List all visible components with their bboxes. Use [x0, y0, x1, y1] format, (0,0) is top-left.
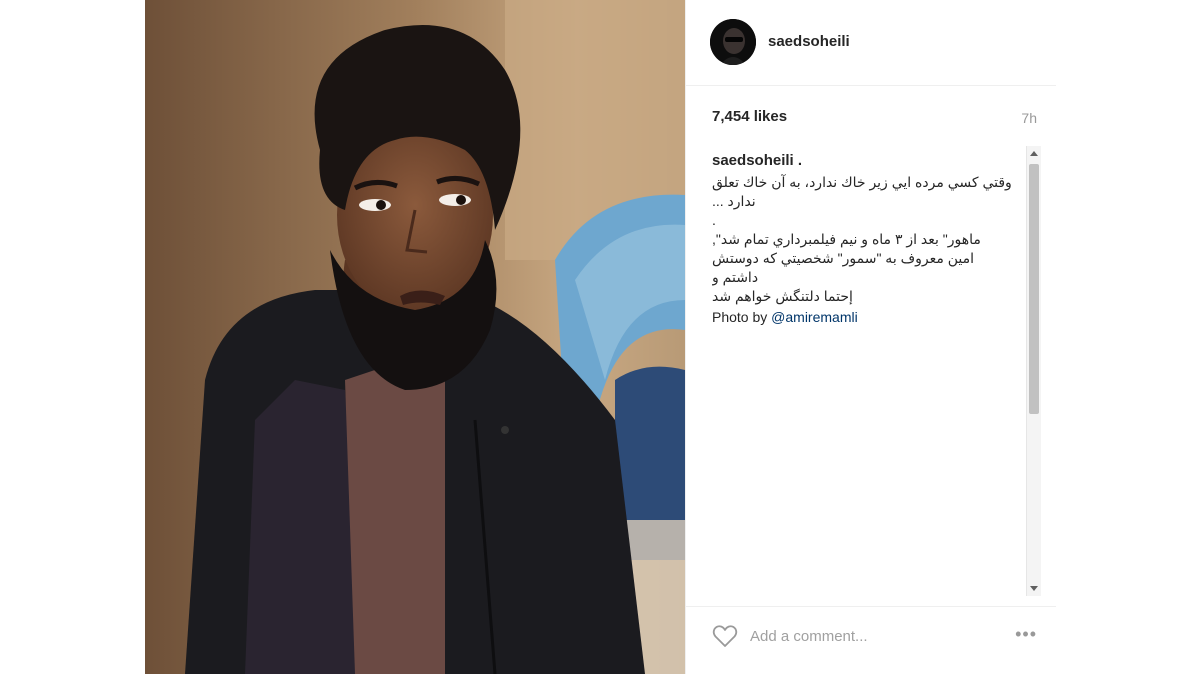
scrollbar-thumb[interactable]	[1029, 164, 1039, 414]
scroll-down-arrow-icon[interactable]	[1030, 586, 1038, 591]
comments-area: saedsoheili . وقتي کسي مرده ايي زير خاك …	[712, 152, 1032, 592]
caption-line-2: .	[712, 212, 716, 228]
more-options-icon[interactable]: •••	[1015, 624, 1037, 645]
avatar[interactable]	[710, 19, 756, 65]
likes-count[interactable]: 7,454 likes	[712, 108, 787, 125]
photo-credit: Photo by @amiremamli	[712, 308, 1032, 327]
post-photo-illustration	[145, 0, 685, 674]
post-footer: •••	[686, 606, 1056, 674]
caption-line-3: ماهور" بعد از ۳ ماه و نيم فيلمبرداري تما…	[712, 231, 981, 247]
caption-line-5: إحتما دلتنگش خواهم شد	[712, 288, 853, 304]
scroll-up-arrow-icon[interactable]	[1030, 151, 1038, 156]
comments-scrollbar[interactable]	[1026, 146, 1041, 596]
post-sidebar: saedsoheili 7,454 likes 7h saedsoheili .…	[685, 0, 1056, 674]
post-time[interactable]: 7h	[1021, 110, 1037, 126]
avatar-image	[710, 19, 756, 65]
photo-credit-prefix: Photo by	[712, 309, 772, 325]
post-photo[interactable]	[145, 0, 685, 674]
header-username[interactable]: saedsoheili	[768, 33, 850, 50]
post-header: saedsoheili	[686, 0, 1056, 86]
caption-username[interactable]: saedsoheili .	[712, 152, 1032, 169]
caption-line-4: امين معروف به "سمور" شخصيتي که دوستش داش…	[712, 250, 975, 285]
photographer-link[interactable]: @amiremamli	[771, 309, 858, 325]
heart-outline-svg	[712, 625, 738, 647]
add-comment-input[interactable]	[750, 625, 970, 647]
caption-line-1: وقتي کسي مرده ايي زير خاك ندارد، به آن خ…	[712, 174, 1012, 209]
heart-outline-icon[interactable]	[712, 624, 738, 648]
instagram-post: saedsoheili 7,454 likes 7h saedsoheili .…	[145, 0, 1056, 674]
